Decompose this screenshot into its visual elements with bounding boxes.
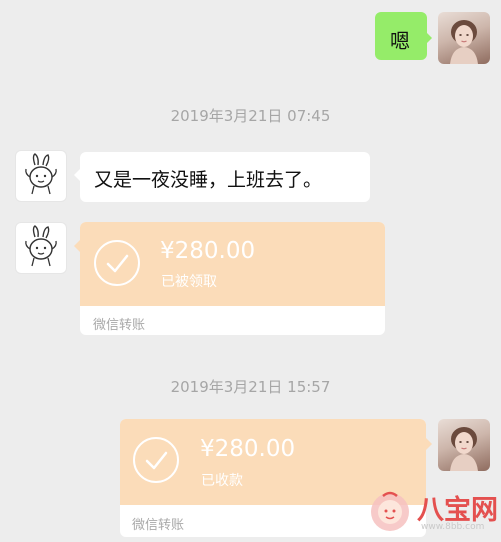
- transfer-status: 已被领取: [161, 274, 217, 290]
- rabbit-doodle-icon: [25, 225, 57, 267]
- bubble-tail: [426, 438, 432, 450]
- transfer-amount: ¥280.00: [160, 238, 256, 264]
- transfer-footer: 微信转账: [93, 318, 146, 333]
- timestamp-second: 2019年3月21日 15:57: [170, 378, 331, 396]
- transfer-amount: ¥280.00: [200, 436, 296, 462]
- transfer-status: 已收款: [201, 473, 243, 489]
- text-message-bubble[interactable]: 又是一夜没睡，上班去了。: [80, 152, 370, 202]
- checkmark-glyph: [106, 254, 129, 273]
- received-transfer-card[interactable]: ¥280.00 已被领取 微信转账: [80, 222, 385, 335]
- checkmark-circle-icon: [94, 240, 140, 286]
- reply-text: 嗯: [390, 29, 410, 53]
- text-message: 又是一夜没睡，上班去了。: [94, 169, 323, 191]
- watermark: 八宝网 www.8bb.com: [365, 486, 498, 536]
- rabbit-doodle-icon: [25, 153, 57, 195]
- checkmark-glyph: [145, 451, 168, 470]
- my-avatar[interactable]: [438, 12, 490, 64]
- watermark-url: www.8bb.com: [421, 522, 485, 532]
- checkmark-circle-icon: [133, 437, 179, 483]
- baby-face-logo-icon: [371, 491, 409, 531]
- portrait-avatar-image: [450, 20, 478, 64]
- my-avatar[interactable]: [438, 419, 490, 471]
- transfer-footer: 微信转账: [132, 518, 185, 533]
- friend-avatar[interactable]: [15, 222, 67, 274]
- portrait-avatar-image: [450, 427, 478, 471]
- timestamp-first: 2019年3月21日 07:45: [170, 107, 331, 125]
- reply-bubble[interactable]: 嗯: [375, 12, 427, 60]
- friend-avatar[interactable]: [15, 150, 67, 202]
